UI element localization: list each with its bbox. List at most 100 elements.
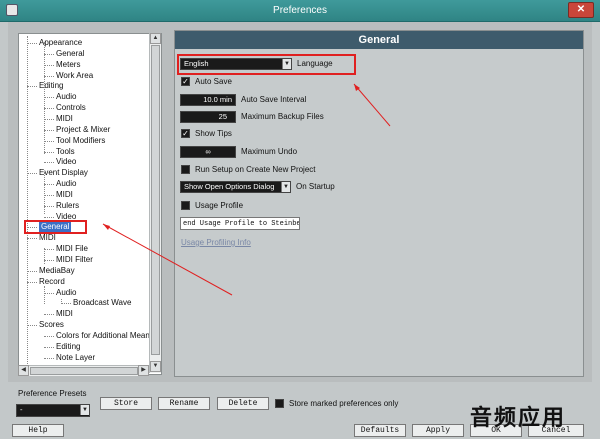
tree-item[interactable]: Audio <box>56 287 76 298</box>
tree-item[interactable]: Project & Mixer <box>56 124 110 135</box>
tree-connector <box>44 314 54 316</box>
tree-item[interactable]: Audio <box>56 91 76 102</box>
tree-connector <box>44 216 54 218</box>
help-button[interactable]: Help <box>12 424 64 437</box>
tree-item[interactable]: Record <box>39 276 65 287</box>
tree-item[interactable]: Broadcast Wave <box>73 297 131 308</box>
tree-connector <box>44 205 54 207</box>
tree-connector <box>44 335 54 337</box>
tree-item[interactable]: MIDI <box>56 189 73 200</box>
max-backup-value: 25 <box>218 112 227 121</box>
store-marked-label: Store marked preferences only <box>289 399 399 408</box>
scroll-thumb[interactable] <box>151 45 160 355</box>
max-undo-value: ∞ <box>205 147 211 156</box>
scroll-left-icon[interactable]: ◀ <box>18 365 29 376</box>
tree-connector <box>44 286 45 304</box>
tree-item[interactable]: MIDI <box>56 113 73 124</box>
tree-item[interactable]: Work Area <box>56 70 93 81</box>
tree-connector <box>27 36 28 364</box>
tree-connector <box>61 299 62 302</box>
tree-item[interactable]: Tool Modifiers <box>56 135 105 146</box>
delete-button[interactable]: Delete <box>217 397 269 410</box>
tree-connector <box>44 108 54 110</box>
general-settings-panel: General English ▼ Language ✓ Auto Save 1… <box>174 30 584 377</box>
tree-item[interactable]: MIDI Filter <box>56 254 93 265</box>
tree-item[interactable]: Audio <box>56 178 76 189</box>
watermark-logo: 音频应用 <box>470 406 567 431</box>
run-setup-checkbox[interactable] <box>181 165 190 174</box>
max-backup-field[interactable]: 25 <box>180 111 236 123</box>
tree-horizontal-scrollbar[interactable]: ◀ ▶ <box>18 365 149 376</box>
tree-item[interactable]: Meters <box>56 59 80 70</box>
hscroll-thumb[interactable] <box>30 367 138 375</box>
tree-connector <box>27 43 37 44</box>
send-usage-profile-button[interactable]: end Usage Profile to Steinber <box>180 217 300 230</box>
tree-item[interactable]: General <box>56 48 84 59</box>
usage-profile-checkbox[interactable] <box>181 201 190 210</box>
on-startup-dropdown[interactable]: Show Open Options Dialog ▼ <box>180 181 291 193</box>
tree-connector <box>44 42 45 154</box>
tree-connector <box>44 248 45 264</box>
tree-item[interactable]: Controls <box>56 102 86 113</box>
tree-connector <box>44 151 54 153</box>
max-undo-field[interactable]: ∞ <box>180 146 236 158</box>
tree-connector <box>44 53 54 55</box>
auto-save-label: Auto Save <box>195 77 232 86</box>
panel-header: General <box>175 31 583 49</box>
tree-connector <box>27 86 37 88</box>
rename-button[interactable]: Rename <box>158 397 210 410</box>
tree-item[interactable]: Note Layer <box>56 352 95 363</box>
tree-vertical-scrollbar[interactable]: ▲ ▼ <box>149 33 161 373</box>
store-button[interactable]: Store <box>100 397 152 410</box>
auto-save-interval-field[interactable]: 10.0 min <box>180 94 236 106</box>
tree-item[interactable]: MIDI File <box>56 243 88 254</box>
scroll-down-icon[interactable]: ▼ <box>150 361 161 372</box>
tree-content: Appearance General Meters Work Area Editing A… <box>19 34 159 364</box>
tree-connector <box>44 184 54 186</box>
tree-item[interactable]: Scores <box>39 319 64 330</box>
auto-save-checkbox[interactable]: ✓ <box>181 77 190 86</box>
tree-item[interactable]: Tools <box>56 146 75 157</box>
tree-connector <box>44 249 54 251</box>
tree-connector <box>44 357 54 359</box>
preferences-tree: Appearance General Meters Work Area Editing A… <box>18 33 162 375</box>
tree-item[interactable]: Editing <box>56 341 80 352</box>
tree-item[interactable]: Video <box>56 156 76 167</box>
apply-button[interactable]: Apply <box>412 424 464 437</box>
preset-value: - <box>20 405 23 414</box>
close-window-button[interactable]: ✕ <box>568 2 594 18</box>
on-startup-label: On Startup <box>296 182 335 191</box>
show-tips-checkbox[interactable]: ✓ <box>181 129 190 138</box>
tree-connector <box>44 172 45 214</box>
tree-connector <box>61 303 71 305</box>
tree-connector <box>44 260 54 261</box>
preference-presets-label: Preference Presets <box>18 389 87 398</box>
tree-item[interactable]: Rulers <box>56 200 79 211</box>
tree-item[interactable]: Appearance <box>39 37 82 48</box>
tree-connector <box>44 162 54 164</box>
tree-item[interactable]: MIDI <box>56 308 73 319</box>
tree-item[interactable]: Editing <box>39 80 63 91</box>
tree-item[interactable]: Colors for Additional Meanings <box>56 330 159 341</box>
defaults-button[interactable]: Defaults <box>354 424 406 437</box>
usage-profiling-info-link[interactable]: Usage Profiling Info <box>181 237 251 249</box>
tree-item[interactable]: Transport <box>39 363 73 365</box>
tree-connector <box>44 292 54 294</box>
tree-connector <box>27 281 37 283</box>
max-undo-label: Maximum Undo <box>241 147 298 156</box>
tree-connector <box>27 270 37 272</box>
tree-item[interactable]: MediaBay <box>39 265 75 276</box>
language-highlight-box <box>177 54 356 75</box>
tree-connector <box>44 140 54 142</box>
scroll-up-icon[interactable]: ▲ <box>150 33 161 44</box>
tree-connector <box>44 346 54 348</box>
show-tips-label: Show Tips <box>195 129 232 138</box>
preference-presets-dropdown[interactable]: - ▼ <box>16 404 90 417</box>
tree-item[interactable]: Event Display <box>39 167 88 178</box>
store-marked-checkbox[interactable] <box>275 399 284 408</box>
general-tree-highlight-box <box>24 220 87 234</box>
chevron-down-icon: ▼ <box>80 405 89 415</box>
scroll-right-icon[interactable]: ▶ <box>138 365 149 376</box>
on-startup-value: Show Open Options Dialog <box>184 182 275 191</box>
chevron-down-icon: ▼ <box>281 182 290 192</box>
